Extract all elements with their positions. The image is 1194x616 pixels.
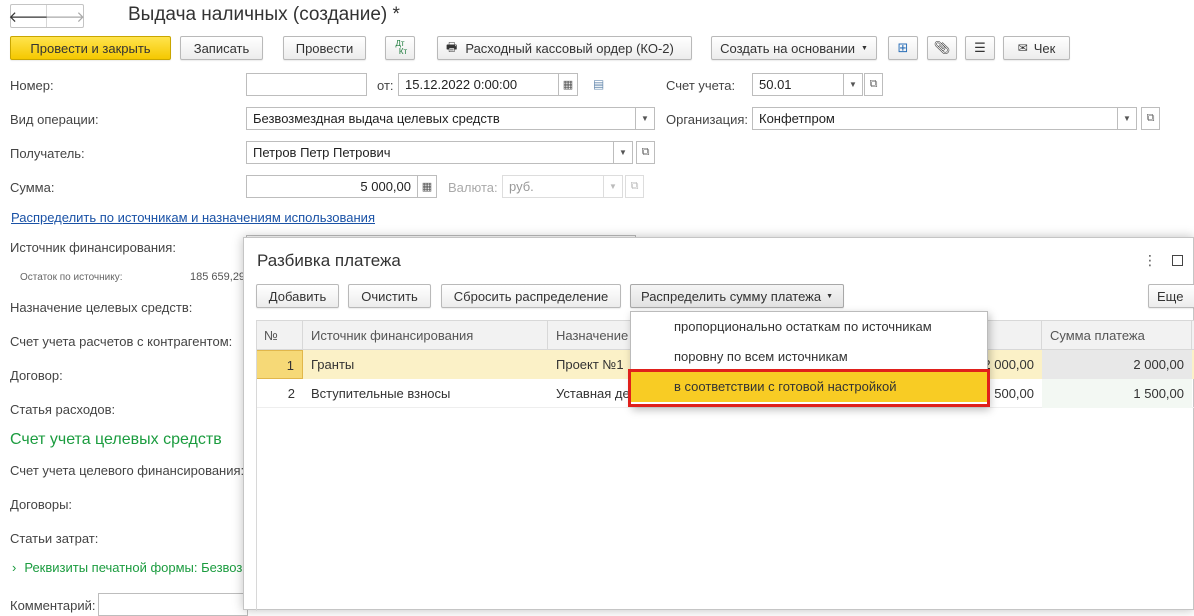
post-button[interactable]: Провести <box>283 36 366 60</box>
calculator-icon[interactable]: ▦ <box>417 175 437 198</box>
nav-buttons: 🡐 🡒 <box>8 4 85 28</box>
payment-split-dialog: Разбивка платежа ⋮ Добавить Очистить Сбр… <box>243 237 1194 611</box>
distribute-amount-label: Распределить сумму платежа <box>640 288 822 304</box>
write-button[interactable]: Записать <box>180 36 263 60</box>
create-based-on-button[interactable]: Создать на основании ▼ <box>711 36 877 60</box>
operation-dropdown-icon[interactable]: ▼ <box>635 107 655 130</box>
chevron-right-icon: › <box>12 560 17 575</box>
forward-arrow-icon[interactable]: 🡒 <box>45 5 85 27</box>
column-header-amount: Сумма платежа <box>1042 321 1192 351</box>
date-from-label: от: <box>377 78 394 93</box>
check-label: Чек <box>1033 40 1056 56</box>
organization-open-icon[interactable]: ⧉ <box>1141 107 1160 130</box>
menu-item-equal[interactable]: поровну по всем источникам <box>631 342 987 372</box>
cash-order-print-button[interactable]: 🖶 Расходный кассовый ордер (КО-2) <box>437 36 692 60</box>
structure-icon-button[interactable]: ⊞ <box>888 36 918 60</box>
comment-input[interactable] <box>98 593 248 616</box>
more-button[interactable]: Еще <box>1148 284 1194 308</box>
kt-label: Кт <box>398 47 408 56</box>
receipt-icon: ✉ <box>1017 41 1028 55</box>
date-input[interactable]: 15.12.2022 0:00:00 <box>398 73 559 96</box>
number-label: Номер: <box>10 78 54 93</box>
create-based-label: Создать на основании <box>720 40 855 56</box>
operation-label: Вид операции: <box>10 112 99 127</box>
maximize-icon[interactable] <box>1172 255 1183 266</box>
account-dropdown-icon[interactable]: ▼ <box>843 73 863 96</box>
account-open-icon[interactable]: ⧉ <box>864 73 883 96</box>
organization-dropdown-icon[interactable]: ▼ <box>1117 107 1137 130</box>
calendar-icon[interactable]: ▦ <box>558 73 578 96</box>
page-title: Выдача наличных (создание) * <box>128 4 400 25</box>
organization-input[interactable]: Конфетпром <box>752 107 1118 130</box>
document-list-button[interactable]: ☰ <box>965 36 995 60</box>
column-header-source: Источник финансирования <box>303 321 548 351</box>
distribute-amount-button[interactable]: Распределить сумму платежа ▼ <box>630 284 844 308</box>
row-amount[interactable]: 1 500,00 <box>1042 379 1192 408</box>
cost-items-label: Статьи затрат: <box>10 531 99 546</box>
number-input[interactable] <box>246 73 367 96</box>
printer-icon: 🖶 <box>446 39 458 54</box>
currency-open-icon: ⧉ <box>625 175 644 198</box>
column-header-num: № <box>256 321 303 351</box>
recipient-label: Получатель: <box>10 146 85 161</box>
menu-item-proportional[interactable]: пропорционально остаткам по источникам <box>631 312 987 342</box>
balance-value: 185 659,29 <box>190 271 246 283</box>
column-header-hidden <box>988 321 1042 351</box>
receipt-button[interactable]: ✉ Чек <box>1003 36 1070 60</box>
organization-label: Организация: <box>666 112 749 127</box>
account-input[interactable]: 50.01 <box>752 73 844 96</box>
settlement-account-label: Счет учета расчетов с контрагентом: <box>10 334 233 349</box>
post-and-close-button[interactable]: Провести и закрыть <box>10 36 171 60</box>
operation-select[interactable]: Безвозмездная выдача целевых средств <box>246 107 636 130</box>
print-details-label: Реквизиты печатной формы: Безвоз <box>24 560 243 575</box>
recipient-input[interactable]: Петров Петр Петрович <box>246 141 614 164</box>
row-source: Гранты <box>311 357 355 372</box>
expense-item-label: Статья расходов: <box>10 402 116 417</box>
print-details-toggle[interactable]: › Реквизиты печатной формы: Безвоз <box>12 560 242 575</box>
recipient-dropdown-icon[interactable]: ▼ <box>613 141 633 164</box>
dialog-title: Разбивка платежа <box>257 251 401 270</box>
add-button[interactable]: Добавить <box>256 284 339 308</box>
paperclip-icon: 📎︎ <box>933 40 951 55</box>
chevron-down-icon: ▼ <box>860 44 868 52</box>
reset-distribution-button[interactable]: Сбросить распределение <box>441 284 621 308</box>
sum-input[interactable]: 5 000,00 <box>246 175 418 198</box>
attach-button[interactable]: 📎︎ <box>927 36 957 60</box>
row-amount[interactable]: 2 000,00 <box>1042 350 1192 379</box>
row-num: 1 <box>256 350 303 379</box>
clear-button[interactable]: Очистить <box>348 284 431 308</box>
back-arrow-icon[interactable]: 🡐 <box>8 5 49 27</box>
contract-label: Договор: <box>10 368 63 383</box>
currency-label: Валюта: <box>448 180 498 195</box>
more-options-icon[interactable]: ⋮ <box>1143 252 1157 269</box>
distribute-sources-link[interactable]: Распределить по источникам и назначениям… <box>11 210 375 225</box>
list-icon: ☰ <box>974 40 986 55</box>
recipient-open-icon[interactable]: ⧉ <box>636 141 655 164</box>
sum-label: Сумма: <box>10 180 55 195</box>
balance-label: Остаток по источнику: <box>20 272 123 283</box>
purpose-label: Назначение целевых средств: <box>10 300 193 315</box>
currency-input: руб. <box>502 175 604 198</box>
chevron-down-icon: ▼ <box>826 292 834 300</box>
target-account-label: Счет учета целевого финансирования: <box>10 463 245 478</box>
currency-dropdown-icon: ▼ <box>603 175 623 198</box>
comment-label: Комментарий: <box>10 598 96 613</box>
account-label: Счет учета: <box>666 78 736 93</box>
table-body-border <box>256 320 257 611</box>
row-num: 2 <box>287 386 295 401</box>
highlight-frame <box>628 369 990 407</box>
section-title: Счет учета целевых средств <box>10 431 222 448</box>
dt-kt-button[interactable]: Дт Кт <box>385 36 415 60</box>
row-source: Вступительные взносы <box>311 386 451 401</box>
notes-icon[interactable]: ▤ <box>593 77 604 91</box>
contracts-label: Договоры: <box>10 497 73 512</box>
cash-order-label: Расходный кассовый ордер (КО-2) <box>465 40 674 56</box>
funding-source-label: Источник финансирования: <box>10 240 176 255</box>
hierarchy-icon: ⊞ <box>897 40 909 55</box>
